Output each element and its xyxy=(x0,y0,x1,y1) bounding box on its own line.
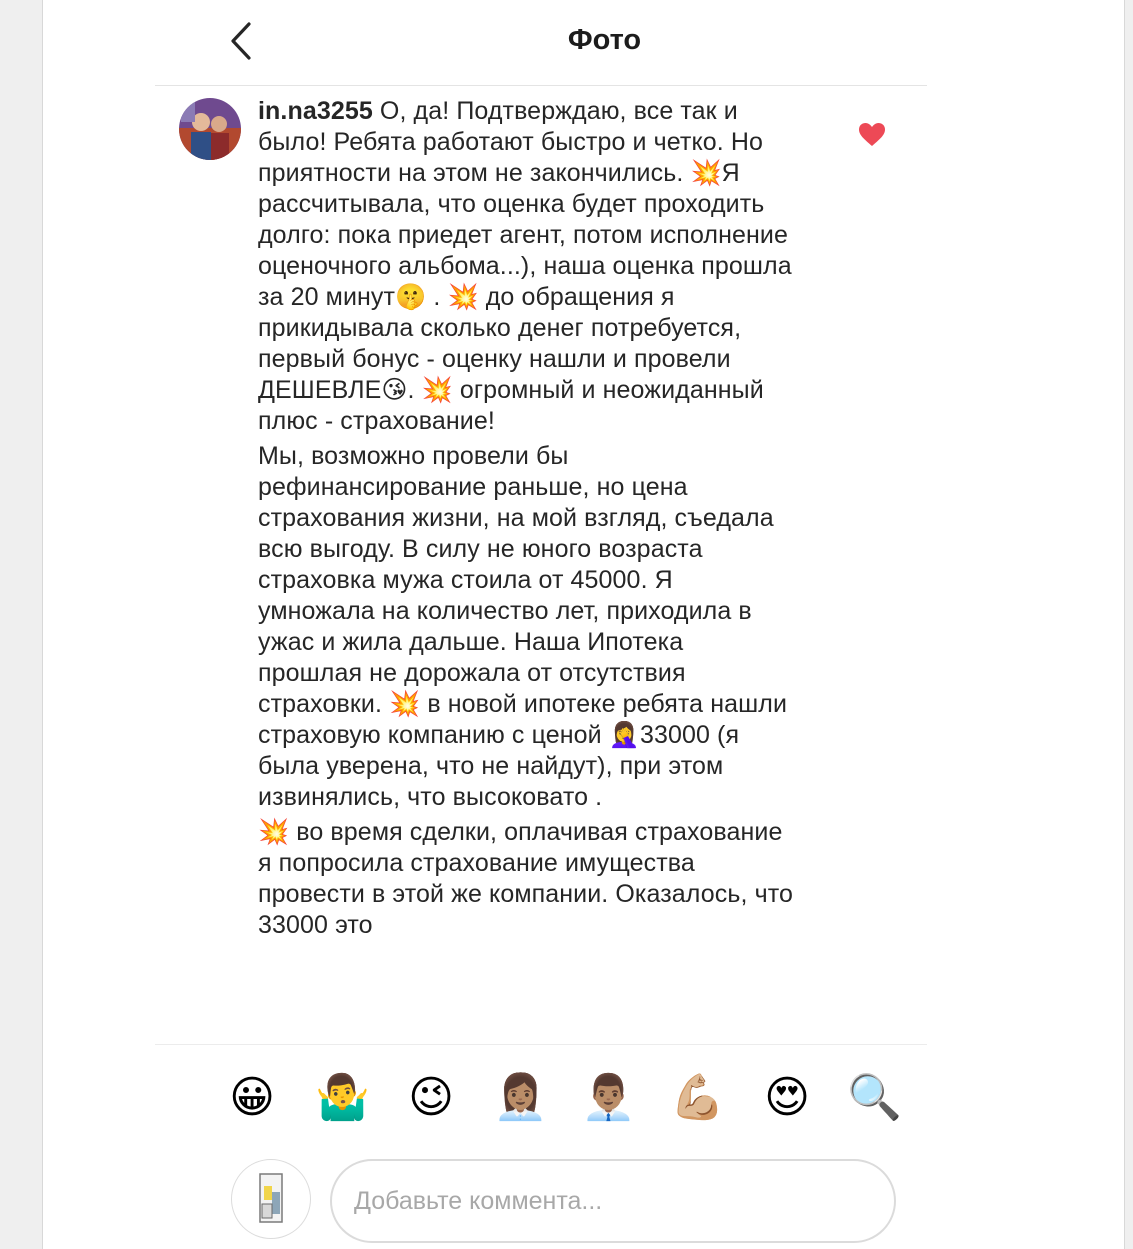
comment-input[interactable] xyxy=(330,1159,896,1243)
page-title: Фото xyxy=(567,24,642,56)
comment-composer xyxy=(155,1152,927,1249)
user-avatar[interactable] xyxy=(231,1159,311,1239)
comment-username[interactable]: in.na3255 xyxy=(258,97,373,125)
like-button[interactable] xyxy=(858,122,886,148)
comment-paragraph: Мы, возможно провели бы рефинансирование… xyxy=(258,442,788,811)
comment-paragraph-text: О, да! Подтверждаю, все так и было! Ребя… xyxy=(258,97,792,435)
heart-eyes-emoji[interactable]: 😍 xyxy=(760,1071,814,1125)
grinning-face-emoji[interactable]: 😀 xyxy=(225,1071,279,1125)
man-office-worker-emoji[interactable]: 👨🏽‍💼 xyxy=(581,1071,636,1125)
content-fade xyxy=(155,1030,927,1044)
magnifying-glass-emoji[interactable]: 🔍 xyxy=(847,1071,902,1125)
comment-text: in.na3255 О, да! Подтверждаю, все так и … xyxy=(258,96,793,945)
comment-paragraph: in.na3255 О, да! Подтверждаю, все так и … xyxy=(258,96,793,437)
top-bar: Фото xyxy=(43,0,1124,86)
avatar[interactable] xyxy=(179,98,241,160)
man-shrugging-emoji[interactable]: 🤷‍♂️ xyxy=(315,1071,370,1125)
heart-icon xyxy=(859,123,885,146)
flexed-biceps-emoji[interactable]: 💪🏼 xyxy=(670,1071,725,1125)
emoji-quick-bar: 😀 🤷‍♂️ 😉 👩🏽‍💼 👨🏽‍💼 💪🏼 😍 🔍 xyxy=(155,1044,927,1152)
woman-office-worker-emoji[interactable]: 👩🏽‍💼 xyxy=(493,1071,548,1125)
comment-item: in.na3255 О, да! Подтверждаю, все так и … xyxy=(155,86,927,1041)
winking-face-emoji[interactable]: 😉 xyxy=(404,1071,458,1125)
comment-paragraph: 💥 во время сделки, оплачивая страхование… xyxy=(258,818,793,939)
